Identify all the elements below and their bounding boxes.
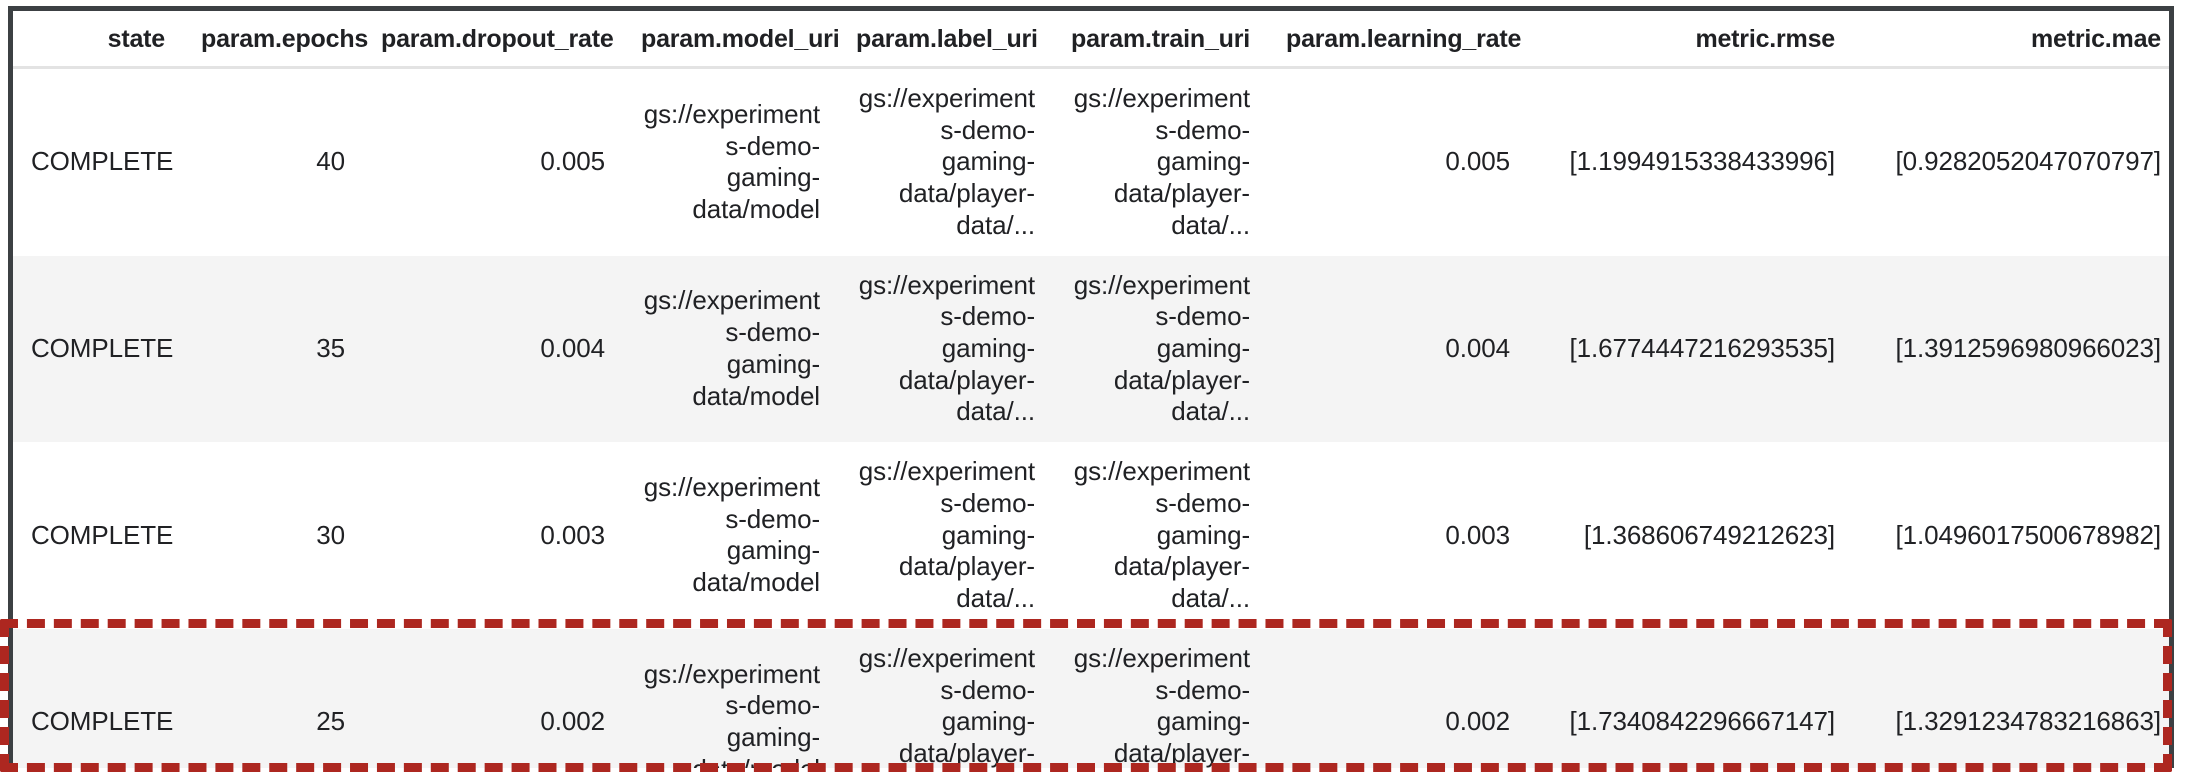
cell-label-uri: gs://experiments-demo-gaming-data/player… [838,629,1053,768]
cell-epochs: 40 [316,146,345,177]
cell-model-uri: gs://experiments-demo-gaming-data/model [623,629,838,768]
column-header-param-dropout-rate[interactable]: param.dropout_rate [363,11,623,69]
cell-metric-rmse: [1.6774447216293535] [1569,333,1836,364]
column-header-param-label-uri[interactable]: param.label_uri [838,11,1053,69]
runs-table-frame: state param.epochs param.dropout_rate pa… [8,6,2174,768]
model-uri-text: gs://experiments-demo-gaming-data/model [643,472,820,598]
cell-dropout-rate: 0.003 [540,519,605,550]
table-header: state param.epochs param.dropout_rate pa… [13,11,2169,69]
table-row[interactable]: COMPLETE 25 0.002 gs://experiments-demo-… [13,628,2169,768]
cell-metric-rmse: [1.1994915338433996] [1569,146,1836,177]
column-header-metric-rmse[interactable]: metric.rmse [1528,11,1853,69]
table-row[interactable]: COMPLETE 35 0.004 gs://experiments-demo-… [13,255,2169,443]
train-uri-text: gs://experiments-demo-gaming-data/player… [1073,456,1250,614]
cell-epochs: 25 [316,706,345,737]
cell-train-uri: gs://experiments-demo-gaming-data/player… [1053,629,1268,768]
label-uri-text: gs://experiments-demo-gaming-data/player… [858,269,1035,427]
table-row[interactable]: COMPLETE 40 0.005 gs://experiments-demo-… [13,67,2169,256]
cell-learning-rate: 0.003 [1445,519,1510,550]
cell-learning-rate: 0.005 [1445,146,1510,177]
column-header-param-train-uri[interactable]: param.train_uri [1053,11,1268,69]
cell-metric-mae: [1.0496017500678982] [1895,519,2162,550]
cell-train-uri: gs://experiments-demo-gaming-data/player… [1053,68,1268,256]
cell-metric-mae: [1.3912596980966023] [1895,333,2162,364]
cell-dropout-rate: 0.004 [540,333,605,364]
column-header-metric-mae[interactable]: metric.mae [1853,11,2169,69]
cell-dropout-rate: 0.005 [540,146,605,177]
experiment-runs-table: state param.epochs param.dropout_rate pa… [13,11,2169,768]
table-header-row: state param.epochs param.dropout_rate pa… [13,11,2169,69]
train-uri-text: gs://experiments-demo-gaming-data/player… [1073,83,1250,240]
model-uri-text: gs://experiments-demo-gaming-data/model [643,658,820,768]
cell-state: COMPLETE [31,333,174,364]
cell-metric-mae: [0.9282052047070797] [1895,146,2162,177]
column-header-param-epochs[interactable]: param.epochs [183,11,368,69]
cell-model-uri: gs://experiments-demo-gaming-data/model [623,256,838,443]
cell-label-uri: gs://experiments-demo-gaming-data/player… [838,68,1053,256]
cell-train-uri: gs://experiments-demo-gaming-data/player… [1053,442,1268,629]
cell-dropout-rate: 0.002 [540,706,605,737]
cell-train-uri: gs://experiments-demo-gaming-data/player… [1053,256,1268,443]
table-body: COMPLETE 40 0.005 gs://experiments-demo-… [13,67,2169,768]
column-header-param-model-uri[interactable]: param.model_uri [623,11,840,69]
cell-model-uri: gs://experiments-demo-gaming-data/model [623,442,838,629]
cell-metric-rmse: [1.7340842296667147] [1569,706,1836,737]
cell-state: COMPLETE [31,146,174,177]
cell-epochs: 30 [316,519,345,550]
cell-metric-mae: [1.3291234783216863] [1895,706,2162,737]
screenshot-root: state param.epochs param.dropout_rate pa… [0,0,2186,772]
model-uri-text: gs://experiments-demo-gaming-data/model [643,285,820,411]
cell-metric-rmse: [1.368606749212623] [1583,519,1835,550]
cell-learning-rate: 0.004 [1445,333,1510,364]
cell-learning-rate: 0.002 [1445,706,1510,737]
cell-model-uri: gs://experiments-demo-gaming-data/model [623,68,838,256]
label-uri-text: gs://experiments-demo-gaming-data/player… [858,642,1035,768]
table-row[interactable]: COMPLETE 30 0.003 gs://experiments-demo-… [13,442,2169,629]
cell-state: COMPLETE [31,706,174,737]
label-uri-text: gs://experiments-demo-gaming-data/player… [858,83,1035,240]
cell-label-uri: gs://experiments-demo-gaming-data/player… [838,256,1053,443]
train-uri-text: gs://experiments-demo-gaming-data/player… [1073,269,1250,427]
train-uri-text: gs://experiments-demo-gaming-data/player… [1073,642,1250,768]
model-uri-text: gs://experiments-demo-gaming-data/model [643,98,820,225]
cell-label-uri: gs://experiments-demo-gaming-data/player… [838,442,1053,629]
column-header-param-learning-rate[interactable]: param.learning_rate [1268,11,1528,69]
cell-epochs: 35 [316,333,345,364]
label-uri-text: gs://experiments-demo-gaming-data/player… [858,456,1035,614]
column-header-state[interactable]: state [13,11,183,69]
cell-state: COMPLETE [31,519,174,550]
